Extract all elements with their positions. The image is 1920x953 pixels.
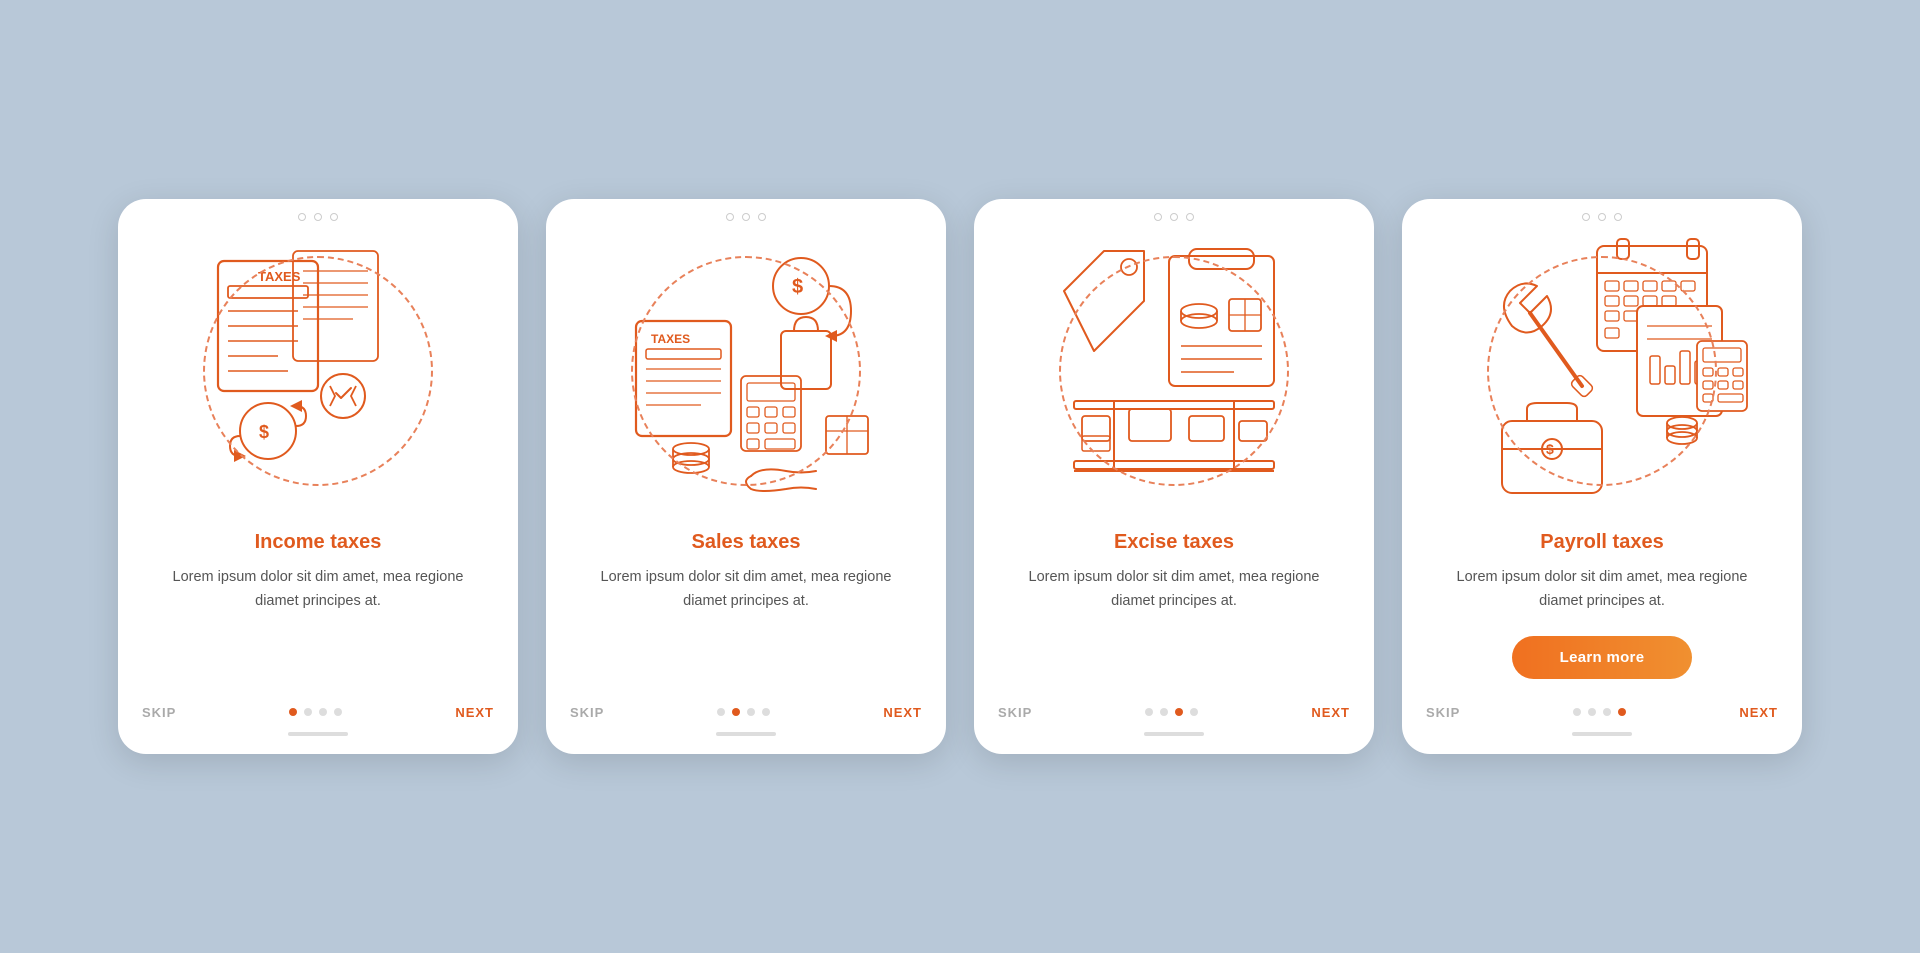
dot-3	[747, 708, 755, 716]
card-body-sales: Lorem ipsum dolor sit dim amet, mea regi…	[578, 566, 914, 614]
next-label-sales[interactable]: NEXT	[883, 705, 922, 720]
dot-4	[1190, 708, 1198, 716]
card-body-payroll: Lorem ipsum dolor sit dim amet, mea regi…	[1434, 566, 1770, 614]
top-dot-1	[726, 213, 734, 221]
dot-1	[289, 708, 297, 716]
learn-more-button[interactable]: Learn more	[1512, 636, 1693, 679]
card-title-payroll: Payroll taxes	[1426, 531, 1778, 554]
card-body-excise: Lorem ipsum dolor sit dim amet, mea regi…	[1006, 566, 1342, 614]
top-bar-excise	[974, 199, 1374, 221]
dot-4	[1618, 708, 1626, 716]
top-dot-2	[314, 213, 322, 221]
illustration-sales: TAXES $	[546, 221, 946, 521]
bottom-bar-payroll	[1572, 732, 1632, 736]
top-dot-3	[758, 213, 766, 221]
card-footer-sales: SKIP NEXT	[546, 695, 946, 722]
bottom-bar-sales	[716, 732, 776, 736]
top-dot-1	[298, 213, 306, 221]
top-dot-3	[1186, 213, 1194, 221]
card-title-excise: Excise taxes	[998, 531, 1350, 554]
top-dot-2	[1598, 213, 1606, 221]
dot-4	[334, 708, 342, 716]
next-label-payroll[interactable]: NEXT	[1739, 705, 1778, 720]
bottom-bar-income	[288, 732, 348, 736]
dot-3	[1603, 708, 1611, 716]
dashed-circle	[631, 256, 861, 486]
top-dot-1	[1154, 213, 1162, 221]
main-container: TAXES $	[78, 159, 1842, 794]
skip-label-sales[interactable]: SKIP	[570, 705, 604, 720]
dot-3	[1175, 708, 1183, 716]
bottom-bar-excise	[1144, 732, 1204, 736]
footer-dots-sales	[717, 708, 770, 716]
dashed-circle	[203, 256, 433, 486]
footer-dots-excise	[1145, 708, 1198, 716]
dashed-circle	[1059, 256, 1289, 486]
next-label-income[interactable]: NEXT	[455, 705, 494, 720]
top-bar-sales	[546, 199, 946, 221]
dot-2	[732, 708, 740, 716]
footer-dots-payroll	[1573, 708, 1626, 716]
card-excise-taxes: Excise taxes Lorem ipsum dolor sit dim a…	[974, 199, 1374, 754]
top-bar-payroll	[1402, 199, 1802, 221]
illustration-income: TAXES $	[118, 221, 518, 521]
skip-label-income[interactable]: SKIP	[142, 705, 176, 720]
dot-2	[1588, 708, 1596, 716]
dashed-circle	[1487, 256, 1717, 486]
skip-label-excise[interactable]: SKIP	[998, 705, 1032, 720]
card-title-income: Income taxes	[142, 531, 494, 554]
top-dot-2	[1170, 213, 1178, 221]
illustration-payroll: $	[1402, 221, 1802, 521]
dot-4	[762, 708, 770, 716]
dot-3	[319, 708, 327, 716]
top-dot-3	[1614, 213, 1622, 221]
top-dot-2	[742, 213, 750, 221]
dot-2	[1160, 708, 1168, 716]
card-footer-income: SKIP NEXT	[118, 695, 518, 722]
card-footer-payroll: SKIP NEXT	[1402, 695, 1802, 722]
top-bar-income	[118, 199, 518, 221]
dot-1	[717, 708, 725, 716]
top-dot-1	[1582, 213, 1590, 221]
card-income-taxes: TAXES $	[118, 199, 518, 754]
card-body-income: Lorem ipsum dolor sit dim amet, mea regi…	[150, 566, 486, 614]
skip-label-payroll[interactable]: SKIP	[1426, 705, 1460, 720]
card-footer-excise: SKIP NEXT	[974, 695, 1374, 722]
dot-2	[304, 708, 312, 716]
footer-dots-income	[289, 708, 342, 716]
top-dot-3	[330, 213, 338, 221]
card-payroll-taxes: $ Payroll taxes Lorem ipsum dolor sit di…	[1402, 199, 1802, 754]
card-title-sales: Sales taxes	[570, 531, 922, 554]
dot-1	[1145, 708, 1153, 716]
illustration-excise	[974, 221, 1374, 521]
card-sales-taxes: TAXES $	[546, 199, 946, 754]
dot-1	[1573, 708, 1581, 716]
next-label-excise[interactable]: NEXT	[1311, 705, 1350, 720]
